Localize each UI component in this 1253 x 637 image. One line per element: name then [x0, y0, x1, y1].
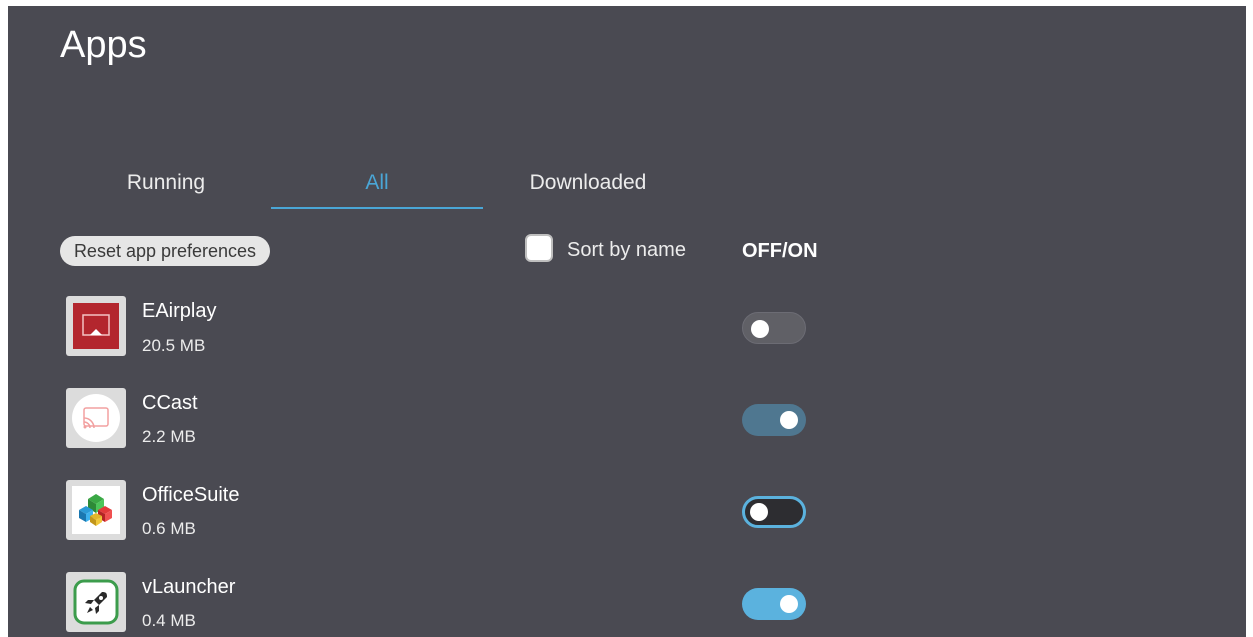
app-size: 0.4 MB [142, 611, 196, 630]
app-name: CCast [142, 392, 198, 414]
toggle-knob [780, 595, 798, 613]
page-title: Apps [60, 24, 147, 66]
toggle-knob [780, 411, 798, 429]
app-name: OfficeSuite [142, 484, 240, 506]
tab-running[interactable]: Running [60, 171, 272, 195]
ccast-toggle[interactable] [742, 404, 806, 436]
tab-downloaded[interactable]: Downloaded [482, 171, 694, 195]
vlauncher-toggle[interactable] [742, 588, 806, 620]
eairplay-icon [66, 296, 126, 356]
sort-by-name-checkbox[interactable] [525, 234, 553, 262]
app-size: 2.2 MB [142, 427, 196, 446]
sort-by-name-label: Sort by name [567, 239, 686, 261]
vlauncher-icon [66, 572, 126, 632]
app-name: EAirplay [142, 300, 217, 322]
eairplay-toggle[interactable] [742, 312, 806, 344]
reset-app-preferences-button[interactable]: Reset app preferences [60, 236, 270, 266]
toggle-knob [751, 320, 769, 338]
app-size: 0.6 MB [142, 519, 196, 538]
tab-all[interactable]: All [271, 171, 483, 195]
ccast-icon [66, 388, 126, 448]
officesuite-toggle[interactable] [742, 496, 806, 528]
active-tab-indicator [271, 207, 483, 209]
toggle-knob [750, 503, 768, 521]
off-on-header: OFF/ON [742, 240, 818, 262]
app-name: vLauncher [142, 576, 236, 598]
officesuite-icon [66, 480, 126, 540]
app-size: 20.5 MB [142, 336, 206, 355]
apps-screen: Apps Running All Downloaded Reset app pr… [8, 6, 1246, 637]
